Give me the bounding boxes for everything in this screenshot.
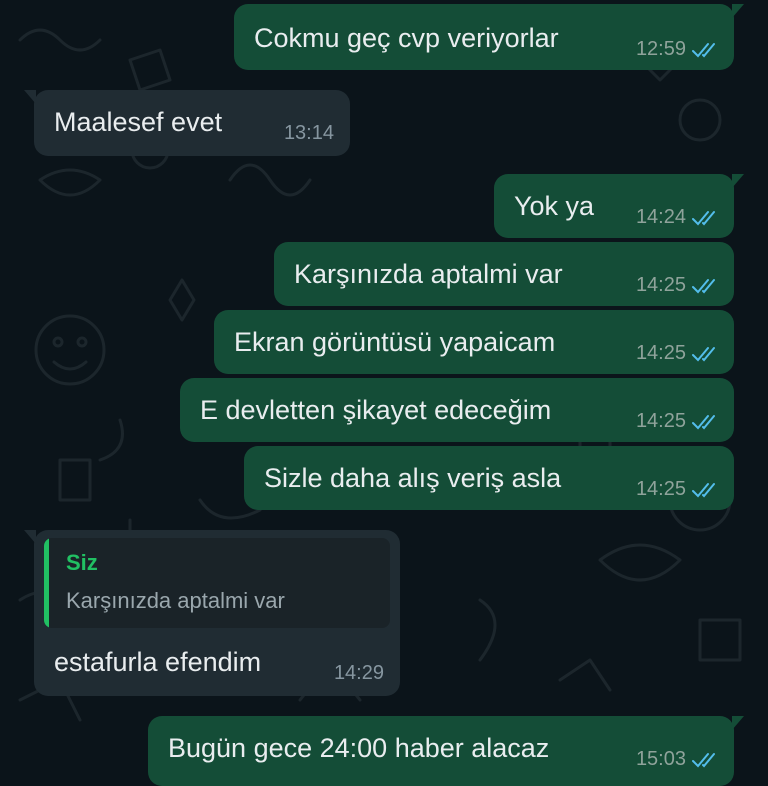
- message-bubble-outgoing[interactable]: Bugün gece 24:00 haber alacaz 15:03: [148, 716, 744, 786]
- quote-text: Karşınızda aptalmi var: [66, 588, 285, 613]
- double-check-icon: [692, 414, 715, 429]
- double-check-icon: [692, 482, 715, 497]
- message-time: 13:14: [283, 122, 334, 144]
- message-time: 14:25: [635, 342, 686, 364]
- double-check-icon: [692, 752, 715, 767]
- double-check-icon: [692, 210, 715, 225]
- message-meta: 13:14: [284, 122, 334, 145]
- message-bubble-incoming-reply[interactable]: Siz Karşınızda aptalmi var estafurla efe…: [24, 530, 400, 696]
- quote-author: Siz: [66, 550, 98, 575]
- message-meta: 14:24: [636, 206, 718, 229]
- message-meta: 14:25: [636, 342, 718, 365]
- quote-accent-bar: [44, 538, 49, 628]
- message-text: Yok ya: [514, 191, 595, 221]
- double-check-icon: [692, 346, 715, 361]
- message-bubble-outgoing[interactable]: E devletten şikayet edeceğim 14:25: [180, 378, 734, 442]
- message-time: 14:29: [333, 662, 384, 684]
- message-meta: 12:59: [636, 38, 718, 61]
- message-list[interactable]: Cokmu geç cvp veriyorlar 12:59 Maalesef …: [0, 0, 768, 786]
- message-bubble-outgoing[interactable]: Cokmu geç cvp veriyorlar 12:59: [234, 4, 744, 70]
- message-time: 14:25: [635, 274, 686, 296]
- message-bubble-incoming[interactable]: Maalesef evet 13:14: [24, 90, 350, 156]
- message-bubble-outgoing[interactable]: Ekran görüntüsü yapaicam 14:25: [214, 310, 734, 374]
- message-meta: 14:25: [636, 274, 718, 297]
- message-time: 14:24: [635, 206, 686, 228]
- message-time: 12:59: [635, 38, 686, 60]
- message-bubble-outgoing[interactable]: Karşınızda aptalmi var 14:25: [274, 242, 734, 306]
- message-meta: 14:29: [334, 662, 384, 685]
- message-text: Bugün gece 24:00 haber alacaz: [168, 733, 550, 763]
- quoted-message[interactable]: Siz Karşınızda aptalmi var: [44, 538, 390, 628]
- message-meta: 14:25: [636, 478, 718, 501]
- message-text: Ekran görüntüsü yapaicam: [234, 327, 556, 357]
- message-time: 14:25: [635, 410, 686, 432]
- message-bubble-outgoing[interactable]: Yok ya 14:24: [494, 174, 744, 238]
- message-meta: 14:25: [636, 410, 718, 433]
- message-bubble-outgoing[interactable]: Sizle daha alış veriş asla 14:25: [244, 446, 734, 510]
- message-text: Maalesef evet: [54, 107, 223, 137]
- message-text: Sizle daha alış veriş asla: [264, 463, 562, 493]
- double-check-icon: [692, 278, 715, 293]
- message-time: 14:25: [635, 478, 686, 500]
- message-text: estafurla efendim: [54, 647, 262, 677]
- message-text: Karşınızda aptalmi var: [294, 259, 563, 289]
- message-text: E devletten şikayet edeceğim: [200, 395, 552, 425]
- double-check-icon: [692, 42, 715, 57]
- message-text: Cokmu geç cvp veriyorlar: [254, 23, 559, 53]
